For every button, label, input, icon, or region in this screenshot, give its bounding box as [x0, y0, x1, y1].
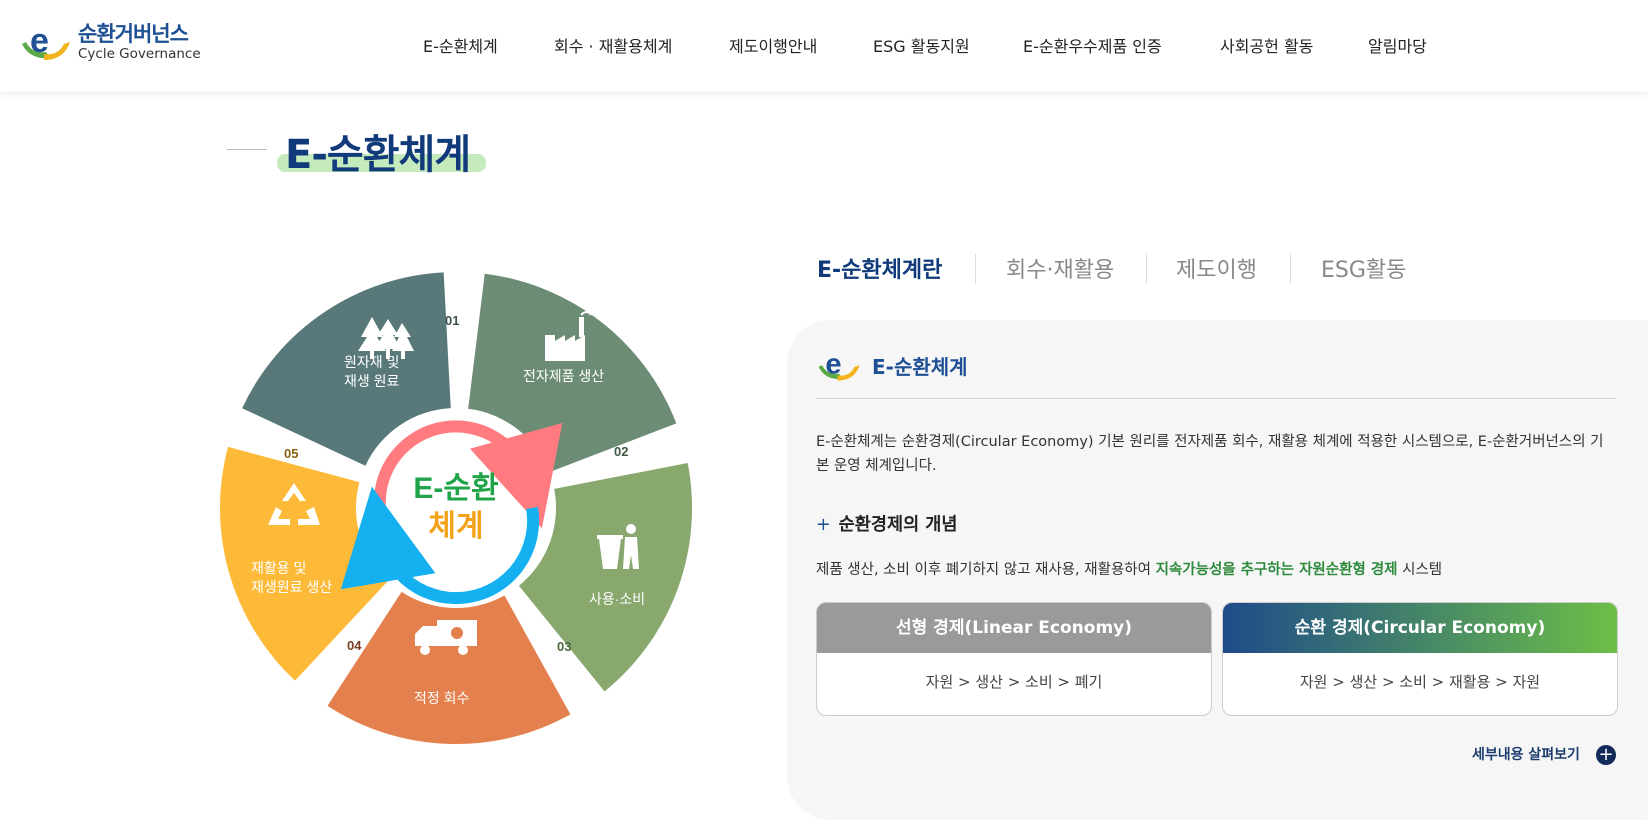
concept-desc-after: 시스템: [1397, 562, 1443, 578]
tab-separator: [1290, 254, 1291, 284]
logo-e-icon: e: [22, 22, 70, 60]
logo-korean-text: 순환거버넌스: [78, 22, 189, 47]
plus-icon: +: [816, 515, 831, 535]
nav-collection-recycling[interactable]: 회수 · 재활용체계: [554, 33, 672, 57]
step-05-num: 05: [284, 446, 298, 461]
concept-heading: + 순환경제의 개념: [816, 511, 957, 536]
plus-circle-icon[interactable]: +: [1596, 745, 1616, 765]
step-05-label: 재활용 및: [251, 560, 306, 576]
panel-description: E-순환체계는 순환경제(Circular Economy) 기본 원리를 전자…: [816, 434, 1604, 474]
nav-system-guide[interactable]: 제도이행안내: [729, 33, 817, 57]
svg-text:e: e: [825, 349, 841, 381]
page-title: E-순환체계: [285, 132, 471, 178]
title-divider: [227, 149, 267, 150]
tab-esg[interactable]: ESG활동: [1321, 252, 1406, 284]
cycle-diagram: E-순환 체계 원자재 및 재생 원료 01 전자제품 생산 02 사용·소비 …: [220, 272, 692, 744]
nav-social-contribution[interactable]: 사회공헌 활동: [1220, 33, 1313, 57]
tab-separator: [975, 254, 976, 284]
concept-title: 순환경제의 개념: [838, 515, 958, 535]
cycle-segment-04: [327, 591, 571, 744]
step-03-num: 03: [557, 639, 571, 654]
concept-desc-highlight: 지속가능성을 추구하는 자원순환형 경제: [1155, 562, 1398, 578]
cycle-center-text-2: 체계: [428, 510, 483, 543]
site-logo[interactable]: e 순환거버넌스 Cycle Governance: [20, 22, 201, 64]
tab-separator: [1146, 254, 1147, 284]
logo-english-text: Cycle Governance: [78, 46, 201, 63]
panel-logo-icon: e: [818, 349, 860, 381]
panel-title: E-순환체계: [872, 355, 968, 379]
nav-e-cycle[interactable]: E-순환체계: [423, 33, 498, 57]
concept-description: 제품 생산, 소비 이후 폐기하지 않고 재사용, 재활용하여 지속가능성을 추…: [816, 558, 1442, 579]
concept-desc-before: 제품 생산, 소비 이후 폐기하지 않고 재사용, 재활용하여: [816, 562, 1156, 578]
linear-economy-flow: 자원 > 생산 > 소비 > 폐기: [925, 673, 1103, 691]
linear-economy-card: 선형 경제(Linear Economy) 자원 > 생산 > 소비 > 폐기: [816, 602, 1212, 716]
circular-economy-card: 순환 경제(Circular Economy) 자원 > 생산 > 소비 > 재…: [1222, 602, 1618, 716]
tab-collection-recycling[interactable]: 회수·재활용: [1006, 252, 1114, 284]
step-03-text: 사용·소비: [589, 591, 645, 607]
circular-economy-title: 순환 경제(Circular Economy): [1223, 603, 1617, 653]
step-05-label-2: 재생원료 생산: [251, 579, 332, 595]
nav-product-certification[interactable]: E-순환우수제품 인증: [1023, 33, 1162, 57]
step-04-num: 04: [347, 638, 362, 653]
tab-system[interactable]: 제도이행: [1176, 252, 1257, 284]
step-02-num: 02: [614, 444, 628, 459]
step-04-text: 적정 회수: [414, 690, 470, 706]
site-header: e 순환거버넌스 Cycle Governance E-순환체계 회수 · 재활…: [0, 0, 1648, 92]
circular-economy-flow: 자원 > 생산 > 소비 > 재활용 > 자원: [1299, 673, 1541, 691]
step-01-num: 01: [445, 313, 459, 328]
tab-e-cycle[interactable]: E-순환체계란: [817, 252, 942, 284]
svg-text:e: e: [30, 22, 49, 60]
panel-divider: [816, 398, 1616, 399]
step-02-text: 전자제품 생산: [523, 368, 604, 384]
cycle-center-text-1: E-순환: [413, 472, 498, 505]
nav-esg-support[interactable]: ESG 활동지원: [873, 33, 970, 57]
step-01-label-2: 재생 원료: [344, 373, 400, 389]
nav-notice[interactable]: 알림마당: [1368, 33, 1427, 57]
more-details-link[interactable]: 세부내용 살펴보기: [1472, 744, 1580, 764]
linear-economy-title: 선형 경제(Linear Economy): [817, 603, 1211, 653]
step-01-label: 원자재 및: [344, 354, 399, 370]
